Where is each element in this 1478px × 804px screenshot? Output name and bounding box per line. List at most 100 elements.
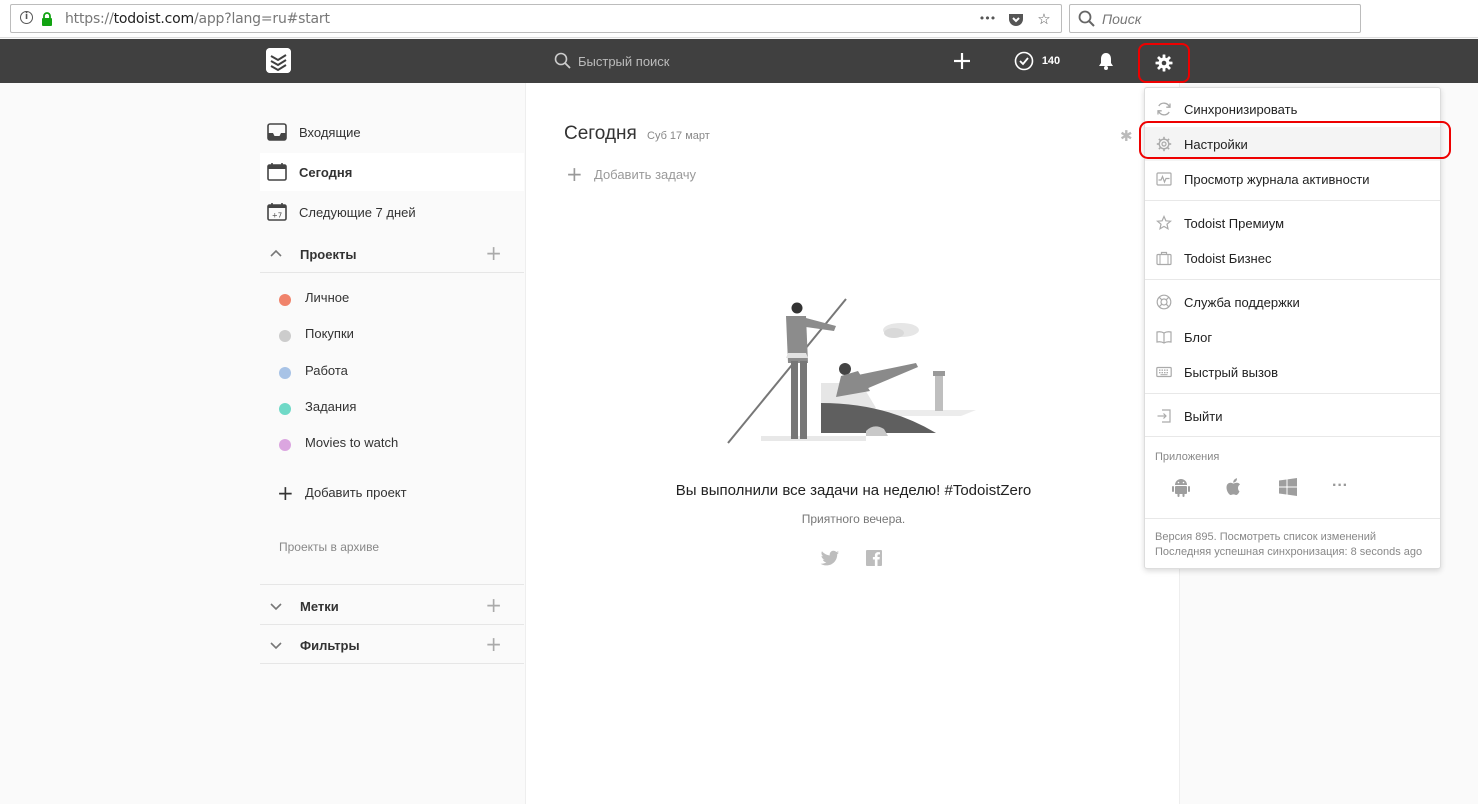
karma-count: 140: [1041, 55, 1061, 67]
project-item[interactable]: Личное: [260, 281, 524, 317]
project-label: Movies to watch: [305, 435, 399, 450]
sidebar-item-label: Входящие: [299, 124, 361, 140]
app-top-bar: Быстрый поиск 140: [0, 39, 1478, 83]
archived-projects-link[interactable]: Проекты в архиве: [279, 540, 379, 554]
view-options-icon[interactable]: ✱: [1120, 127, 1133, 145]
briefcase-icon: [1156, 251, 1172, 266]
page-actions-icon[interactable]: •••: [978, 10, 996, 28]
pocket-icon[interactable]: [1007, 11, 1025, 29]
info-icon[interactable]: i: [20, 11, 33, 24]
browser-search-placeholder: Поиск: [1102, 11, 1142, 27]
book-icon: [1156, 331, 1172, 344]
search-icon: [1078, 10, 1095, 27]
menu-item-label: Быстрый вызов: [1184, 365, 1278, 380]
project-item[interactable]: Movies to watch: [260, 426, 524, 462]
logout-icon: [1157, 409, 1171, 423]
menu-item-label: Настройки: [1184, 137, 1248, 152]
project-item[interactable]: Работа: [260, 354, 524, 390]
project-color-dot: [279, 403, 291, 415]
menu-item-settings[interactable]: Настройки: [1139, 121, 1451, 161]
main-content: Сегодня Суб 17 март ✱ + Добавить задачу …: [525, 83, 1180, 804]
add-project-button[interactable]: + Добавить проект: [260, 475, 524, 511]
todoist-zero-message: Вы выполнили все задачи на неделю! #Todo…: [675, 482, 1032, 499]
calendar-icon: [267, 163, 287, 181]
project-item[interactable]: Задания: [260, 390, 524, 426]
divider: [260, 584, 524, 585]
apple-icon[interactable]: [1223, 476, 1245, 498]
add-label-plus-icon[interactable]: +: [485, 595, 502, 615]
menu-item-label: Блог: [1184, 330, 1213, 345]
version-line[interactable]: Версия 895. Посмотреть список изменений: [1155, 530, 1422, 545]
address-bar[interactable]: i https://todoist.com/app?lang=ru#start …: [10, 4, 1062, 33]
menu-divider: [1145, 200, 1440, 201]
menu-divider: [1145, 393, 1440, 394]
menu-item-label: Синхронизировать: [1184, 102, 1298, 117]
twitter-icon[interactable]: [820, 548, 840, 568]
facebook-icon[interactable]: [864, 548, 884, 568]
filters-section-header[interactable]: Фильтры +: [260, 626, 524, 664]
menu-item-label: Выйти: [1184, 409, 1223, 424]
sidebar: Входящие Сегодня +7 Следующие 7 дней Про…: [260, 83, 525, 804]
gear-icon: [1156, 136, 1172, 152]
more-apps-icon[interactable]: ···: [1332, 476, 1354, 498]
sidebar-item-label: Следующие 7 дней: [299, 204, 416, 220]
sidebar-item-label: Сегодня: [299, 164, 353, 180]
settings-button[interactable]: [1138, 43, 1190, 83]
project-item[interactable]: Покупки: [260, 317, 524, 353]
menu-item-support[interactable]: Служба поддержки: [1145, 285, 1440, 319]
project-color-dot: [279, 330, 291, 342]
project-label: Личное: [305, 290, 350, 305]
bookmark-star-icon[interactable]: ☆: [1035, 10, 1053, 28]
menu-item-activity-log[interactable]: Просмотр журнала активности: [1145, 162, 1440, 196]
menu-item-label: Служба поддержки: [1184, 295, 1300, 310]
menu-item-blog[interactable]: Блог: [1145, 320, 1440, 354]
page-date: Суб 17 март: [647, 130, 710, 142]
menu-item-label: Просмотр журнала активности: [1184, 172, 1370, 187]
page-title: Сегодня: [564, 123, 637, 144]
todoist-zero-subtitle: Приятного вечера.: [801, 512, 906, 526]
check-circle-icon: [1014, 51, 1034, 71]
chevron-down-icon[interactable]: [270, 600, 282, 612]
plus-icon: +: [277, 481, 294, 505]
windows-icon[interactable]: [1277, 476, 1299, 498]
karma-button[interactable]: 140: [1012, 39, 1062, 83]
sidebar-item-next-7-days[interactable]: +7 Следующие 7 дней: [260, 193, 524, 231]
add-filter-plus-icon[interactable]: +: [485, 634, 502, 654]
chevron-up-icon[interactable]: [270, 248, 282, 260]
menu-divider: [1145, 279, 1440, 280]
todoist-zero-illustration: [727, 298, 976, 444]
project-label: Покупки: [305, 326, 354, 341]
version-info: Версия 895. Посмотреть список изменений …: [1155, 530, 1422, 560]
bell-icon: [1099, 53, 1113, 70]
add-task-label: Добавить задачу: [594, 167, 697, 182]
labels-title: Метки: [300, 599, 339, 614]
plus-icon: [954, 53, 970, 69]
plus-icon: +: [566, 162, 583, 186]
menu-item-premium[interactable]: Todoist Премиум: [1145, 206, 1440, 240]
add-project-plus-icon[interactable]: +: [485, 243, 502, 263]
keyboard-icon: [1156, 366, 1172, 378]
browser-search-field[interactable]: Поиск: [1069, 4, 1361, 33]
apps-label: Приложения: [1155, 451, 1220, 463]
project-color-dot: [279, 294, 291, 306]
menu-item-logout[interactable]: Выйти: [1145, 399, 1440, 433]
chevron-down-icon[interactable]: [270, 639, 282, 651]
menu-item-quick-add[interactable]: Быстрый вызов: [1145, 355, 1440, 389]
labels-section-header[interactable]: Метки +: [260, 587, 524, 625]
android-icon[interactable]: [1170, 476, 1192, 498]
star-icon: [1156, 215, 1172, 231]
project-label: Работа: [305, 363, 348, 378]
calendar-week-icon: +7: [267, 203, 287, 221]
lifebuoy-icon: [1156, 294, 1172, 310]
menu-item-label: Todoist Бизнес: [1184, 251, 1272, 266]
sidebar-item-inbox[interactable]: Входящие: [260, 113, 524, 151]
add-task-button[interactable]: [950, 39, 974, 83]
search-icon: [554, 52, 571, 69]
menu-item-business[interactable]: Todoist Бизнес: [1145, 241, 1440, 275]
projects-section-header[interactable]: Проекты +: [260, 235, 524, 273]
sidebar-item-today[interactable]: Сегодня: [260, 153, 524, 191]
todoist-logo-icon[interactable]: [266, 48, 291, 73]
notifications-button[interactable]: [1096, 39, 1116, 83]
url-text[interactable]: https://todoist.com/app?lang=ru#start: [65, 11, 330, 27]
quick-search-placeholder: Быстрый поиск: [578, 54, 670, 69]
